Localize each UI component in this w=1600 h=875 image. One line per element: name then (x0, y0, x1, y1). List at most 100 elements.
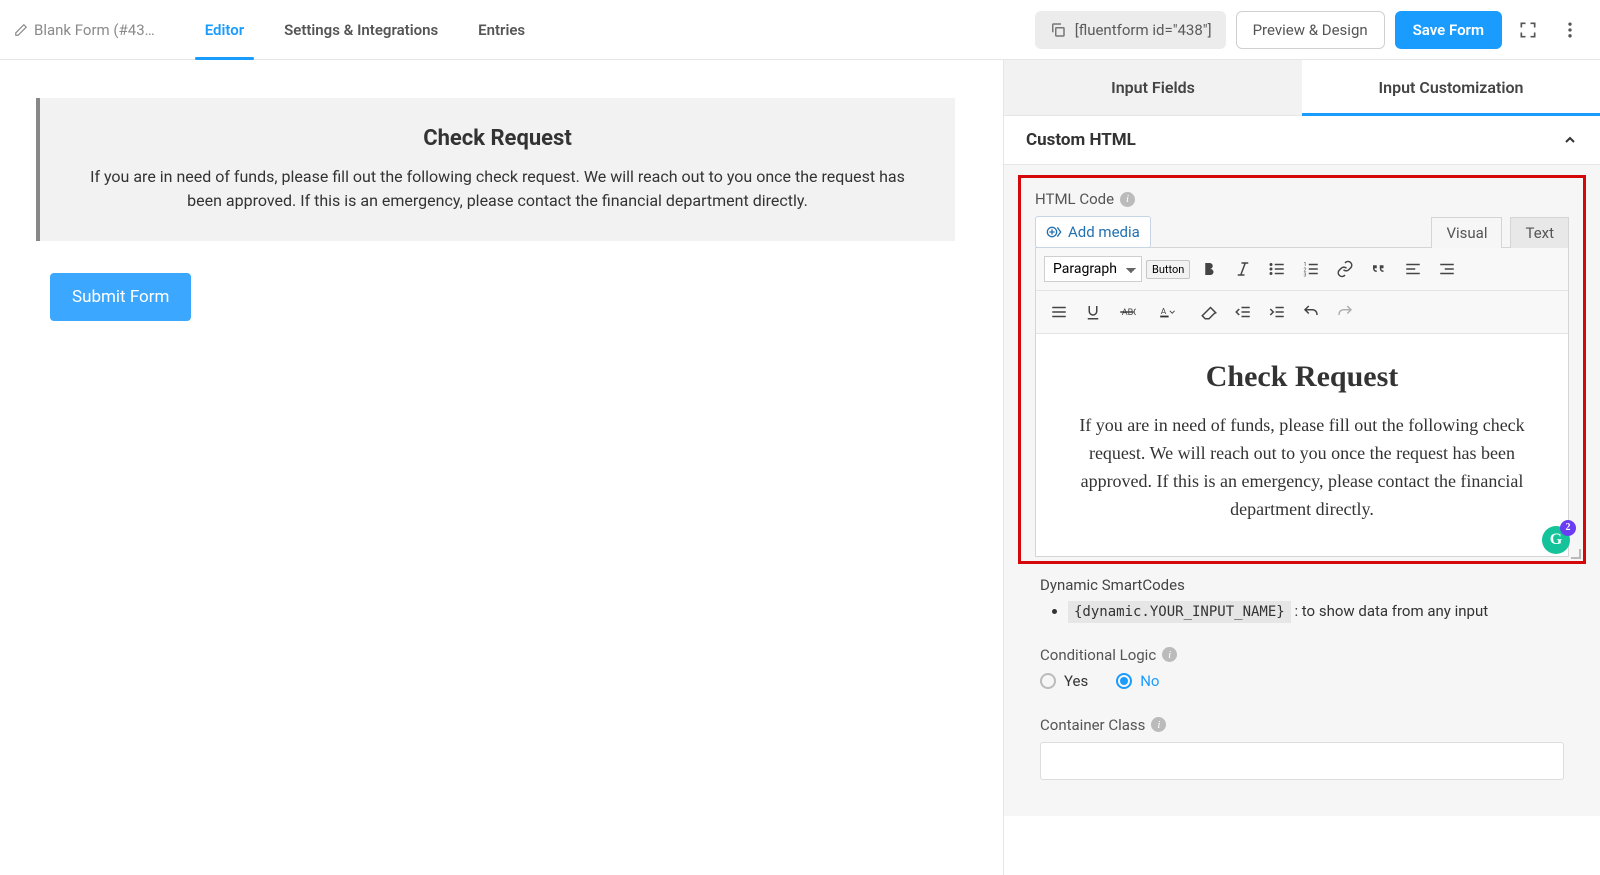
align-left-button[interactable] (1398, 254, 1428, 284)
conditional-radio-group: Yes No (1040, 672, 1564, 690)
media-icon (1046, 224, 1062, 240)
smartcode-item: {dynamic.YOUR_INPUT_NAME} : to show data… (1068, 602, 1564, 620)
outdent-button[interactable] (1228, 297, 1258, 327)
list-ol-icon: 123 (1302, 260, 1320, 278)
outdent-icon (1234, 303, 1252, 321)
editor-canvas: Check Request If you are in need of fund… (0, 60, 1003, 875)
dynamic-smartcodes-section: Dynamic SmartCodes {dynamic.YOUR_INPUT_N… (1018, 564, 1586, 632)
redo-button[interactable] (1330, 297, 1360, 327)
radio-circle (1116, 673, 1132, 689)
radio-circle (1040, 673, 1056, 689)
quote-button[interactable] (1364, 254, 1394, 284)
align-justify-button[interactable] (1044, 297, 1074, 327)
eraser-icon (1200, 303, 1218, 321)
indent-button[interactable] (1262, 297, 1292, 327)
shortcode-button[interactable]: [fluentform id="438"] (1035, 11, 1226, 49)
smartcode-token: {dynamic.YOUR_INPUT_NAME} (1068, 601, 1291, 623)
block-body: If you are in need of funds, please fill… (74, 165, 921, 213)
custom-html-block[interactable]: Check Request If you are in need of fund… (36, 98, 955, 241)
container-class-section: Container Class i (1018, 702, 1586, 792)
undo-button[interactable] (1296, 297, 1326, 327)
italic-icon (1234, 260, 1252, 278)
align-left-icon (1404, 260, 1422, 278)
preview-design-button[interactable]: Preview & Design (1236, 11, 1385, 49)
tab-input-customization[interactable]: Input Customization (1302, 60, 1600, 115)
submit-form-button[interactable]: Submit Form (50, 273, 191, 321)
wysiwyg-editor: Paragraph Button 123 (1035, 247, 1569, 557)
ul-button[interactable] (1262, 254, 1292, 284)
radio-no[interactable]: No (1116, 672, 1159, 690)
info-icon[interactable]: i (1120, 192, 1135, 207)
sidebar: Input Fields Input Customization Custom … (1003, 60, 1600, 875)
svg-text:ABC: ABC (1122, 308, 1136, 318)
html-code-label: HTML Code i (1035, 190, 1569, 208)
fullscreen-button[interactable] (1512, 14, 1544, 46)
radio-yes[interactable]: Yes (1040, 672, 1088, 690)
button-token[interactable]: Button (1146, 260, 1190, 279)
ol-button[interactable]: 123 (1296, 254, 1326, 284)
info-icon[interactable]: i (1151, 717, 1166, 732)
underline-button[interactable] (1078, 297, 1108, 327)
resize-handle[interactable] (1569, 547, 1583, 561)
link-button[interactable] (1330, 254, 1360, 284)
redo-icon (1336, 303, 1354, 321)
list-ul-icon (1268, 260, 1286, 278)
tab-entries[interactable]: Entries (458, 0, 545, 59)
smartcodes-list: {dynamic.YOUR_INPUT_NAME} : to show data… (1040, 602, 1564, 620)
pencil-icon (14, 23, 28, 37)
form-name[interactable]: Blank Form (#43… (14, 21, 155, 39)
text-color-button[interactable]: A (1146, 297, 1190, 327)
svg-text:A: A (1161, 307, 1167, 317)
clear-format-button[interactable] (1194, 297, 1224, 327)
info-icon[interactable]: i (1162, 647, 1177, 662)
align-justify-icon (1050, 303, 1068, 321)
editor-content[interactable]: Check Request If you are in need of fund… (1036, 334, 1568, 556)
smartcode-desc: : to show data from any input (1291, 602, 1488, 620)
toolbar-row-1: Paragraph Button 123 (1036, 248, 1568, 291)
text-color-icon: A (1159, 303, 1177, 321)
container-class-label: Container Class i (1040, 716, 1564, 734)
grammarly-badge[interactable]: G2 (1542, 526, 1570, 554)
main-split: Check Request If you are in need of fund… (0, 60, 1600, 875)
indent-icon (1268, 303, 1286, 321)
bold-button[interactable] (1194, 254, 1224, 284)
header-actions: [fluentform id="438"] Preview & Design S… (1035, 11, 1586, 49)
chevron-up-icon (1562, 132, 1578, 148)
wysiwyg-tab-visual[interactable]: Visual (1431, 217, 1502, 248)
quote-icon (1370, 260, 1388, 278)
italic-button[interactable] (1228, 254, 1258, 284)
section-custom-html-body: HTML Code i Add media Visual Text P (1004, 165, 1600, 816)
app-header: Blank Form (#43… Editor Settings & Integ… (0, 0, 1600, 60)
conditional-logic-section: Conditional Logic i Yes No (1018, 632, 1586, 702)
underline-icon (1084, 303, 1102, 321)
copy-icon (1049, 21, 1067, 39)
add-media-button[interactable]: Add media (1035, 216, 1151, 248)
more-vertical-icon (1560, 20, 1580, 40)
align-right-button[interactable] (1432, 254, 1462, 284)
editor-heading: Check Request (1062, 360, 1542, 394)
editor-body: If you are in need of funds, please fill… (1062, 412, 1542, 524)
html-code-highlight: HTML Code i Add media Visual Text P (1018, 175, 1586, 564)
block-title: Check Request (74, 126, 921, 151)
format-select[interactable]: Paragraph (1044, 256, 1142, 282)
section-custom-html-header[interactable]: Custom HTML (1004, 116, 1600, 165)
svg-text:3: 3 (1304, 273, 1307, 279)
toolbar-row-2: ABC A (1036, 291, 1568, 334)
main-tabs: Editor Settings & Integrations Entries (185, 0, 545, 59)
wysiwyg-header: Add media Visual Text (1035, 216, 1569, 248)
strike-button[interactable]: ABC (1112, 297, 1142, 327)
container-class-input[interactable] (1040, 742, 1564, 780)
tab-editor[interactable]: Editor (185, 0, 264, 59)
link-icon (1336, 260, 1354, 278)
undo-icon (1302, 303, 1320, 321)
shortcode-text: [fluentform id="438"] (1075, 21, 1212, 39)
tab-settings[interactable]: Settings & Integrations (264, 0, 458, 59)
more-menu-button[interactable] (1554, 14, 1586, 46)
tab-input-fields[interactable]: Input Fields (1004, 60, 1302, 115)
grammarly-count: 2 (1560, 520, 1576, 536)
bold-icon (1200, 260, 1218, 278)
wysiwyg-tab-text[interactable]: Text (1510, 217, 1569, 248)
strike-icon: ABC (1118, 303, 1136, 321)
save-form-button[interactable]: Save Form (1395, 11, 1502, 49)
sidebar-tabs: Input Fields Input Customization (1004, 60, 1600, 116)
